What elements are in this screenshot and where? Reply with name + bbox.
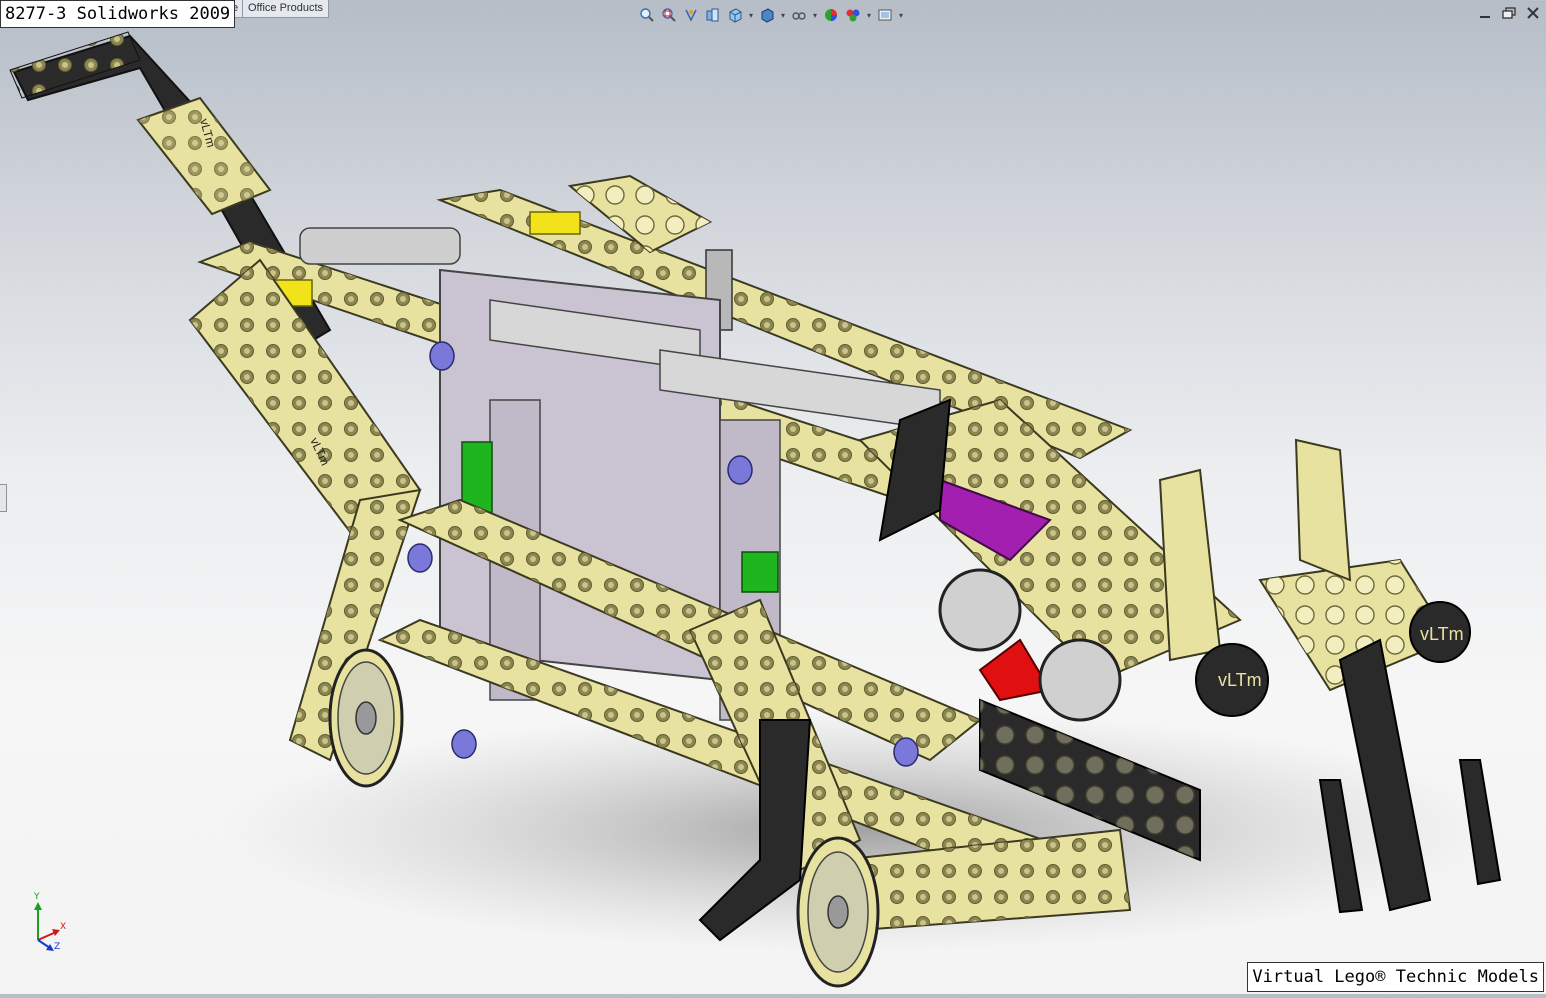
triad-y-label: Y <box>34 892 40 902</box>
tab-office-products[interactable]: Office Products <box>242 0 329 18</box>
vltm-label: vLTm <box>1420 624 1464 644</box>
view-orientation-icon[interactable] <box>725 5 745 25</box>
lego-model-render: vLTm vLTm vLTm vLTm <box>9 31 1502 988</box>
hide-show-items-icon[interactable] <box>789 5 809 25</box>
apply-scene-icon[interactable] <box>843 5 863 25</box>
chevron-down-icon[interactable]: ▾ <box>747 11 755 20</box>
zoom-to-fit-icon[interactable] <box>637 5 657 25</box>
view-toolbar: ▾ ▾ ▾ ▾ ▾ <box>637 4 905 26</box>
triad-z-label: Z <box>54 942 61 952</box>
watermark-label: Virtual Lego® Technic Models <box>1247 962 1544 992</box>
green-connector <box>741 551 779 593</box>
previous-view-icon[interactable] <box>681 5 701 25</box>
display-style-icon[interactable] <box>757 5 777 25</box>
view-settings-icon[interactable] <box>875 5 895 25</box>
chevron-down-icon[interactable]: ▾ <box>897 11 905 20</box>
feature-manager-collapse-handle[interactable] <box>0 484 7 512</box>
zoom-area-icon[interactable] <box>659 5 679 25</box>
minimize-icon[interactable] <box>1476 4 1494 22</box>
chevron-down-icon[interactable]: ▾ <box>811 11 819 20</box>
yellow-pin <box>529 211 581 235</box>
edit-appearance-icon[interactable] <box>821 5 841 25</box>
vltm-label: vLTm <box>1218 670 1262 690</box>
section-view-icon[interactable] <box>703 5 723 25</box>
close-icon[interactable] <box>1524 4 1542 22</box>
chevron-down-icon[interactable]: ▾ <box>779 11 787 20</box>
reference-triad: Y X Z <box>26 892 67 956</box>
restore-icon[interactable] <box>1500 4 1518 22</box>
chevron-down-icon[interactable]: ▾ <box>865 11 873 20</box>
triad-x-label: X <box>60 922 67 932</box>
graphics-viewport[interactable]: vLTm vLTm vLTm vLTm <box>0 0 1546 994</box>
window-controls <box>1476 4 1542 22</box>
axle-joiner <box>299 227 461 265</box>
window-title: 8277-3 Solidworks 2009 <box>0 0 236 28</box>
